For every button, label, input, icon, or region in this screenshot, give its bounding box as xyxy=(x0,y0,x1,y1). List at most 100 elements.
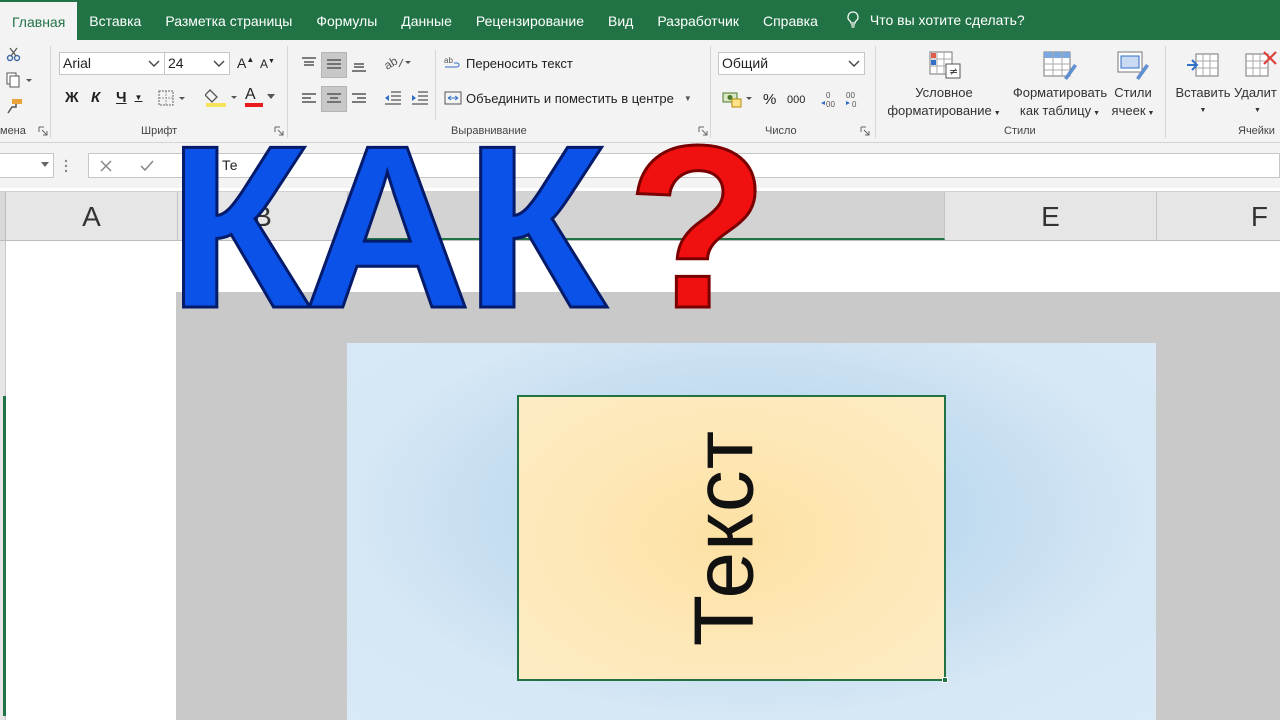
font-size-dropdown[interactable]: 24 xyxy=(164,52,230,75)
svg-text:0: 0 xyxy=(852,100,857,109)
insert-cells-icon[interactable] xyxy=(1186,48,1220,82)
separator xyxy=(50,46,51,138)
insert-cells-button[interactable]: Вставить ▼ xyxy=(1172,84,1234,120)
enter-check-icon[interactable] xyxy=(139,159,155,173)
underline-button[interactable]: Ч ▼ xyxy=(116,89,142,106)
copy-icon[interactable] xyxy=(6,72,32,88)
name-box[interactable] xyxy=(0,153,54,178)
wrap-text-icon: ab xyxy=(444,56,460,68)
chevron-down-icon: ▼ xyxy=(1199,107,1207,114)
bottom-align-icon[interactable] xyxy=(350,60,368,74)
tab-review[interactable]: Рецензирование xyxy=(464,0,596,40)
cell-styles-line2: ячеек xyxy=(1111,103,1146,118)
conditional-formatting-line2: форматирование xyxy=(887,103,992,118)
font-name-dropdown[interactable]: Arial xyxy=(59,52,165,75)
chevron-down-icon: ▼ xyxy=(1254,107,1261,114)
tab-page-layout[interactable]: Разметка страницы xyxy=(153,0,304,40)
cut-icon[interactable] xyxy=(6,46,22,62)
cell-vertical-text: Текст xyxy=(676,429,771,647)
font-size-value: 24 xyxy=(168,55,184,71)
italic-letter: К xyxy=(91,89,101,106)
orientation-icon[interactable]: ab xyxy=(383,53,413,71)
number-group-label: Число xyxy=(765,125,797,137)
cancel-icon[interactable] xyxy=(99,159,113,173)
shrink-font-button[interactable]: A ▼ xyxy=(260,57,275,71)
underline-letter: Ч xyxy=(116,89,127,106)
chevron-down-icon xyxy=(148,60,160,67)
column-header-e[interactable]: E xyxy=(945,192,1157,240)
chevron-down-icon: ▼ xyxy=(993,110,1001,117)
fill-handle[interactable] xyxy=(942,677,948,683)
chevron-down-icon xyxy=(41,162,49,167)
separator xyxy=(1165,46,1166,138)
chevron-down-icon xyxy=(213,60,225,67)
cell-styles-icon[interactable] xyxy=(1116,48,1152,82)
ribbon-tab-bar: Главная Вставка Разметка страницы Формул… xyxy=(0,0,1280,40)
wrap-text-label: Переносить текст xyxy=(466,55,573,71)
tab-view[interactable]: Вид xyxy=(596,0,645,40)
format-as-table-icon[interactable] xyxy=(1042,48,1078,82)
clipboard-launcher-icon[interactable] xyxy=(38,126,48,136)
tell-me-text: Что вы хотите сделать? xyxy=(869,12,1025,28)
number-format-value: Общий xyxy=(722,55,769,71)
top-align-icon[interactable] xyxy=(300,56,318,70)
tell-me-box[interactable]: Что вы хотите сделать? xyxy=(846,0,1025,40)
styles-group-label: Стили xyxy=(1004,125,1036,137)
format-as-table-line1: Форматировать xyxy=(1012,85,1108,100)
format-painter-icon[interactable] xyxy=(6,98,24,114)
conditional-formatting-icon[interactable]: ≠ xyxy=(928,48,962,82)
delete-cells-icon[interactable] xyxy=(1244,48,1280,82)
delete-cells-label: Удалит xyxy=(1234,85,1277,100)
number-launcher-icon[interactable] xyxy=(860,126,870,136)
row-headers xyxy=(0,241,6,720)
cell-styles-line1: Стили xyxy=(1114,85,1152,100)
insert-cells-label: Вставить xyxy=(1175,85,1231,100)
bold-letter: Ж xyxy=(65,89,79,106)
bold-button[interactable]: Ж xyxy=(65,89,79,106)
grow-font-button[interactable]: A ▲ xyxy=(237,55,254,72)
more-dots-icon xyxy=(64,159,68,173)
thousands-button[interactable]: 000 xyxy=(787,94,805,106)
grow-font-letter: A xyxy=(237,55,247,71)
cell-styles-button[interactable]: Стили ячеек ▼ xyxy=(1108,84,1158,123)
svg-text:00: 00 xyxy=(846,91,855,100)
tab-insert[interactable]: Вставка xyxy=(77,0,153,40)
percent-symbol: % xyxy=(763,91,777,108)
delete-cells-button[interactable]: Удалит ▼ xyxy=(1234,84,1280,120)
separator xyxy=(875,46,876,138)
shrink-font-letter: A xyxy=(260,57,269,71)
decrease-decimal-icon[interactable]: 000 xyxy=(844,89,864,109)
tab-developer[interactable]: Разработчик xyxy=(645,0,751,40)
title-word: КАК xyxy=(167,98,609,357)
chevron-down-icon xyxy=(848,60,860,67)
chevron-down-icon: ▼ xyxy=(1147,110,1155,117)
column-header-a[interactable]: A xyxy=(6,192,178,240)
middle-align-icon[interactable] xyxy=(325,58,343,72)
tab-data[interactable]: Данные xyxy=(389,0,464,40)
number-format-dropdown[interactable]: Общий xyxy=(718,52,865,75)
tab-home[interactable]: Главная xyxy=(0,2,78,40)
wrap-text-button[interactable]: ab Переносить текст xyxy=(444,55,573,71)
svg-text:≠: ≠ xyxy=(949,65,958,78)
format-as-table-line2: как таблицу xyxy=(1019,103,1092,118)
clipboard-group-label: мена xyxy=(0,125,26,137)
tab-help[interactable]: Справка xyxy=(751,0,830,40)
svg-text:0: 0 xyxy=(826,91,831,100)
selected-rows-marker xyxy=(3,396,6,716)
increase-decimal-icon[interactable]: 000 xyxy=(820,89,840,109)
chevron-down-icon: ▼ xyxy=(1093,110,1101,117)
format-as-table-button[interactable]: Форматировать как таблицу ▼ xyxy=(1004,84,1116,123)
tab-formulas[interactable]: Формулы xyxy=(304,0,389,40)
italic-button[interactable]: К xyxy=(91,89,100,106)
percent-button[interactable]: % xyxy=(763,91,776,108)
cells-group-label: Ячейки xyxy=(1238,125,1275,137)
svg-text:00: 00 xyxy=(826,100,835,109)
title-question-mark: ? xyxy=(625,98,770,357)
svg-text:ab: ab xyxy=(444,56,453,65)
thumbnail-title: КАК? xyxy=(167,110,770,345)
conditional-formatting-line1: Условное xyxy=(915,85,973,100)
column-header-f[interactable]: F xyxy=(1157,192,1280,240)
svg-text:ab: ab xyxy=(383,54,400,71)
thousands-label: 000 xyxy=(787,94,806,106)
conditional-formatting-button[interactable]: Условное форматирование ▼ xyxy=(884,84,1004,123)
